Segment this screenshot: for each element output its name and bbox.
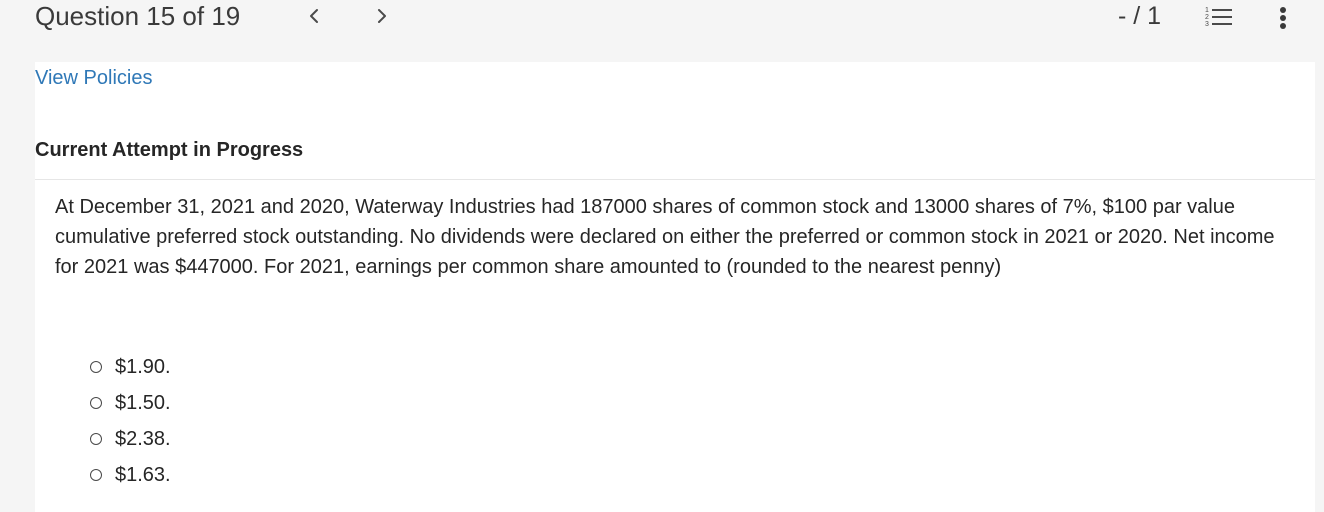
radio-button[interactable] bbox=[90, 397, 102, 409]
svg-text:1: 1 bbox=[1205, 7, 1209, 14]
attempt-status-heading: Current Attempt in Progress bbox=[35, 139, 304, 161]
answer-option[interactable]: $2.38. bbox=[90, 421, 171, 457]
question-panel: View Policies Current Attempt in Progres… bbox=[35, 62, 1315, 512]
numbered-list-icon: 1 2 3 bbox=[1205, 7, 1232, 28]
answer-option[interactable]: $1.90. bbox=[90, 349, 171, 385]
question-list-button[interactable]: 1 2 3 bbox=[1204, 4, 1234, 30]
section-divider bbox=[35, 179, 1315, 180]
radio-button[interactable] bbox=[90, 433, 102, 445]
view-policies-link[interactable]: View Policies bbox=[35, 64, 152, 92]
previous-question-button[interactable] bbox=[301, 2, 327, 30]
radio-button[interactable] bbox=[90, 469, 102, 481]
answer-option-label: $1.50. bbox=[115, 392, 171, 414]
chevron-left-icon bbox=[310, 9, 318, 23]
answer-option[interactable]: $1.63. bbox=[90, 457, 171, 493]
svg-text:2: 2 bbox=[1205, 14, 1209, 21]
answer-option-label: $2.38. bbox=[115, 428, 171, 450]
answer-options: $1.90. $1.50. $2.38. $1.63. bbox=[90, 349, 171, 493]
more-options-button[interactable] bbox=[1273, 3, 1293, 33]
vertical-ellipsis-icon bbox=[1280, 7, 1286, 29]
answer-option-label: $1.63. bbox=[115, 464, 171, 486]
svg-text:3: 3 bbox=[1205, 21, 1209, 28]
chevron-right-icon bbox=[378, 9, 386, 23]
question-score: - / 1 bbox=[1118, 2, 1162, 30]
question-text: At December 31, 2021 and 2020, Waterway … bbox=[55, 196, 1275, 278]
answer-option[interactable]: $1.50. bbox=[90, 385, 171, 421]
answer-option-label: $1.90. bbox=[115, 356, 171, 378]
question-counter: Question 15 of 19 bbox=[35, 1, 241, 31]
question-header: Question 15 of 19 - / 1 1 2 3 bbox=[0, 0, 1324, 62]
next-question-button[interactable] bbox=[369, 2, 395, 30]
radio-button[interactable] bbox=[90, 361, 102, 373]
